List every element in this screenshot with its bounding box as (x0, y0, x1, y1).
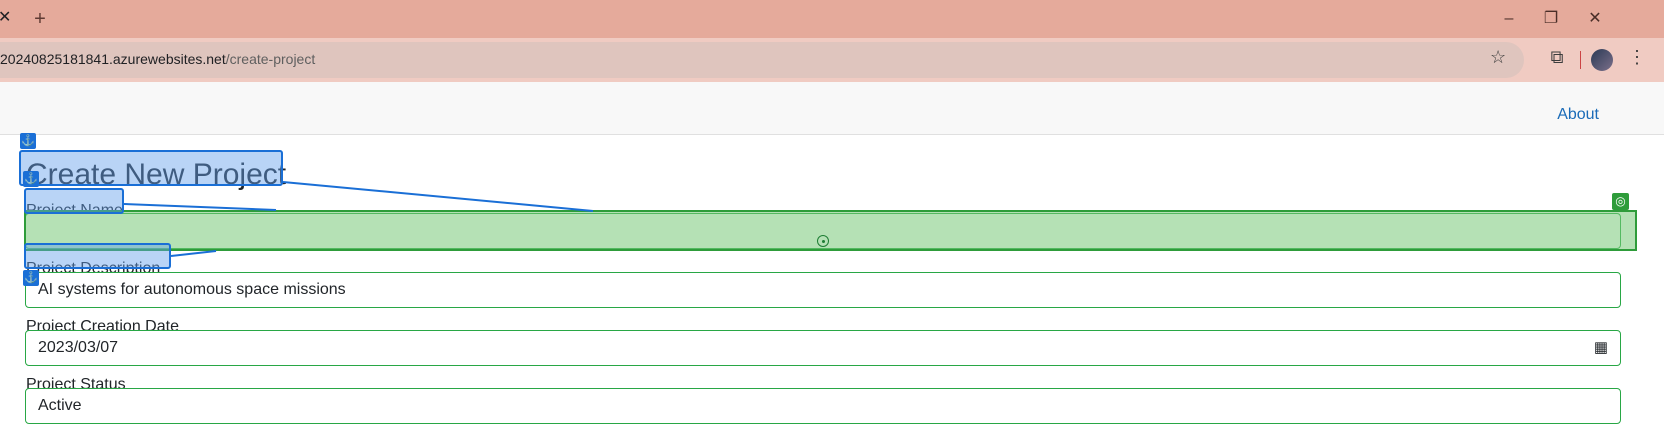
connector-line (123, 203, 277, 211)
connector-line (170, 250, 217, 257)
connector-line (282, 181, 594, 212)
annotation-connectors (123, 181, 594, 257)
